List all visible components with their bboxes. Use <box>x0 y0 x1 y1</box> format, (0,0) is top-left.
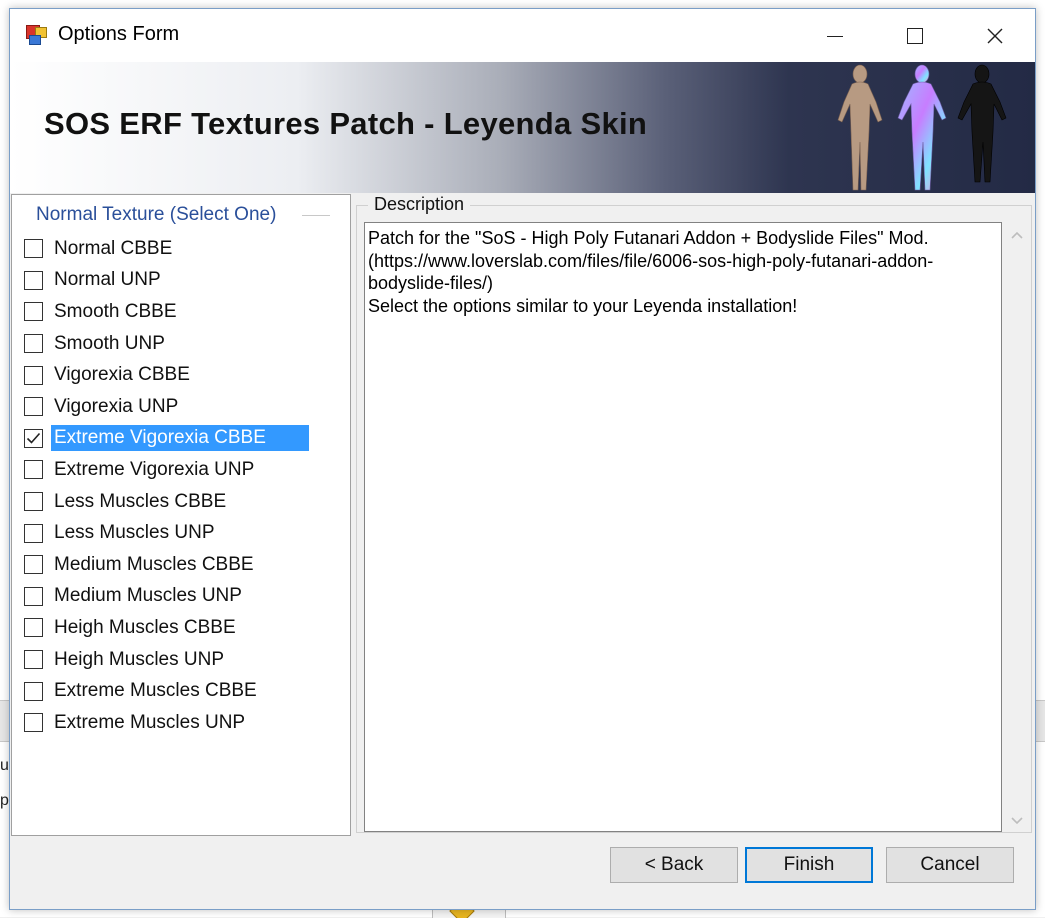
option-group-label: Normal Texture (Select One) <box>36 204 283 226</box>
option-label: Extreme Vigorexia CBBE <box>51 425 309 452</box>
title-bar: Options Form <box>10 9 1035 62</box>
option-checkbox[interactable] <box>24 555 43 575</box>
banner-title: SOS ERF Textures Patch - Leyenda Skin <box>44 106 648 141</box>
option-checkbox[interactable] <box>24 460 43 480</box>
scroll-up-button[interactable] <box>1006 224 1028 246</box>
scroll-down-button[interactable] <box>1006 810 1028 832</box>
body-texture-preview-image <box>837 64 1007 191</box>
minimize-icon <box>827 36 843 37</box>
option-checkbox[interactable] <box>24 365 43 385</box>
description-textbox[interactable]: Patch for the "SoS - High Poly Futanari … <box>364 222 1002 832</box>
option-label: Medium Muscles UNP <box>54 585 242 607</box>
option-item[interactable]: Smooth UNP <box>22 328 342 360</box>
option-checkbox[interactable] <box>24 492 43 512</box>
option-label: Medium Muscles CBBE <box>54 553 254 575</box>
option-item[interactable]: Smooth CBBE <box>22 296 342 328</box>
chevron-up-icon <box>1011 231 1023 239</box>
option-item[interactable]: Vigorexia UNP <box>22 391 342 423</box>
option-item[interactable]: Extreme Vigorexia UNP <box>22 454 342 486</box>
option-item[interactable]: Less Muscles UNP <box>22 517 342 549</box>
option-label: Less Muscles UNP <box>54 522 215 544</box>
background-text-fragment: p <box>0 792 9 809</box>
options-form-window: Options Form SOS ERF Textures Patch - Le… <box>9 8 1036 910</box>
option-checkbox[interactable] <box>24 713 43 733</box>
option-label: Vigorexia CBBE <box>54 364 190 386</box>
option-checkbox[interactable] <box>24 650 43 670</box>
option-checkbox[interactable] <box>24 586 43 606</box>
option-list: Normal CBBE Normal UNP Smooth CBBE Smooth U… <box>22 233 342 739</box>
option-label: Heigh Muscles CBBE <box>54 616 236 638</box>
option-label: Extreme Vigorexia UNP <box>54 458 255 480</box>
checkmark-icon <box>26 432 41 444</box>
close-icon <box>987 28 1003 43</box>
options-panel: Normal Texture (Select One) Normal CBBE N… <box>11 194 351 836</box>
maximize-icon <box>907 27 923 44</box>
minimize-button[interactable] <box>796 9 874 62</box>
option-item[interactable]: Normal UNP <box>22 265 342 297</box>
cancel-button[interactable]: Cancel <box>886 847 1014 883</box>
option-item[interactable]: Extreme Vigorexia CBBE <box>22 423 342 455</box>
option-item[interactable]: Extreme Muscles CBBE <box>22 675 342 707</box>
option-checkbox[interactable] <box>24 523 43 543</box>
option-item[interactable]: Medium Muscles CBBE <box>22 549 342 581</box>
option-checkbox[interactable] <box>24 239 43 259</box>
option-item[interactable]: Less Muscles CBBE <box>22 486 342 518</box>
close-button[interactable] <box>956 9 1034 62</box>
option-checkbox[interactable] <box>24 681 43 701</box>
option-item[interactable]: Vigorexia CBBE <box>22 359 342 391</box>
option-checkbox[interactable] <box>24 618 43 638</box>
option-label: Smooth CBBE <box>54 300 177 322</box>
option-label: Normal CBBE <box>54 237 173 259</box>
option-label: Extreme Muscles CBBE <box>54 680 257 702</box>
window-title: Options Form <box>58 23 180 45</box>
option-checkbox[interactable] <box>24 270 43 290</box>
chevron-down-icon <box>1011 817 1023 825</box>
option-item[interactable]: Normal CBBE <box>22 233 342 265</box>
option-label: Smooth UNP <box>54 332 165 354</box>
option-item[interactable]: Heigh Muscles CBBE <box>22 612 342 644</box>
option-checkbox[interactable] <box>24 397 43 417</box>
back-button[interactable]: < Back <box>610 847 738 883</box>
option-label: Normal UNP <box>54 269 161 291</box>
description-label: Description <box>368 194 471 215</box>
finish-button[interactable]: Finish <box>745 847 873 883</box>
option-item[interactable]: Medium Muscles UNP <box>22 581 342 613</box>
option-label: Heigh Muscles UNP <box>54 648 224 670</box>
description-group: Description Patch for the "SoS - High Po… <box>354 194 1036 836</box>
option-label: Vigorexia UNP <box>54 395 179 417</box>
background-text-fragment: u <box>0 757 9 774</box>
app-icon <box>26 25 48 45</box>
description-scrollbar[interactable] <box>1006 222 1028 832</box>
option-item[interactable]: Heigh Muscles UNP <box>22 644 342 676</box>
option-checkbox[interactable] <box>24 302 43 322</box>
option-label: Extreme Muscles UNP <box>54 711 246 733</box>
header-banner: SOS ERF Textures Patch - Leyenda Skin <box>10 62 1035 193</box>
option-label: Less Muscles CBBE <box>54 490 227 512</box>
option-item[interactable]: Extreme Muscles UNP <box>22 707 342 739</box>
option-checkbox[interactable] <box>24 334 43 354</box>
group-divider <box>302 215 330 216</box>
option-checkbox[interactable] <box>24 428 43 448</box>
maximize-button[interactable] <box>876 9 954 62</box>
